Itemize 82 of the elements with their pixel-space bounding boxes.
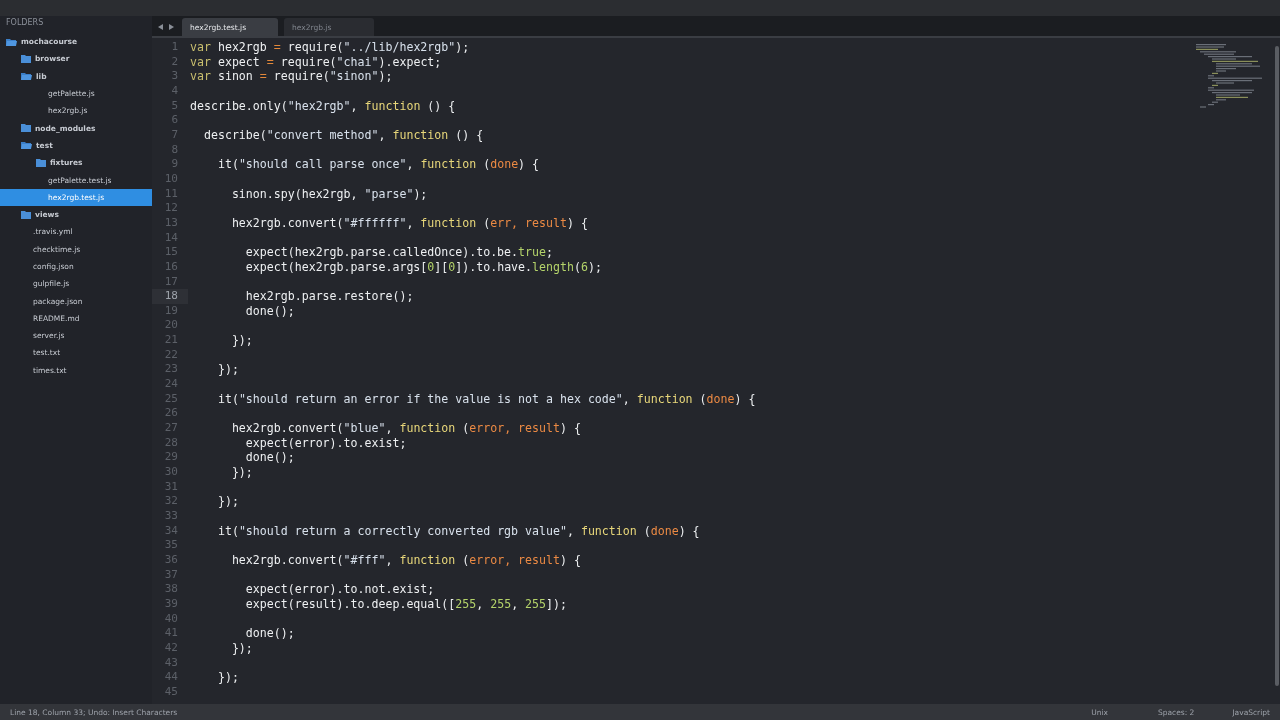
tab-navigation-icon[interactable] [156, 22, 176, 32]
code-line: it("should return an error if the value is not a hex code", function (done) { [216, 391, 757, 407]
line-number: 8 [170, 142, 179, 158]
line-number: 6 [170, 113, 179, 128]
line-number: 11 [163, 186, 179, 202]
line-number: 36 [163, 552, 179, 568]
line-number: 25 [163, 391, 179, 407]
line-number: 12 [163, 201, 179, 216]
line-number: 45 [163, 684, 179, 700]
code-line: }); [216, 670, 240, 685]
line-number: 14 [163, 230, 179, 246]
line-number: 42 [163, 640, 179, 656]
line-number: 19 [163, 303, 179, 319]
line-number: 29 [163, 450, 179, 466]
code-line: hex2rgb.convert("#ffffff", function (err, result) { [230, 215, 589, 231]
line-number: 31 [163, 479, 179, 495]
folder-icon [21, 54, 31, 63]
code-line: done(); [244, 626, 296, 641]
line-number: 1 [170, 40, 179, 55]
line-number: 24 [163, 377, 179, 392]
code-line: sinon.spy(hex2rgb, "parse"); [230, 186, 429, 202]
line-number: 44 [163, 670, 179, 685]
line-number: 41 [163, 626, 179, 641]
folder-icon [21, 210, 31, 219]
line-number: 15 [163, 245, 179, 260]
code-line: describe("convert method", function () { [202, 127, 485, 143]
code-line: it("should return a correctly converted rgb value", function (done) { [216, 523, 701, 539]
line-number: 21 [163, 333, 179, 348]
line-number: 26 [163, 406, 179, 422]
line-number: 40 [163, 611, 179, 627]
line-number: 22 [163, 347, 179, 363]
line-number: 2 [170, 54, 179, 70]
code-line: }); [230, 465, 254, 480]
line-number: 32 [163, 494, 179, 509]
line-number: 33 [163, 509, 179, 524]
line-number: 38 [163, 582, 179, 597]
line-number: 13 [163, 215, 179, 231]
folder-icon [36, 158, 46, 167]
code-line: expect(hex2rgb.parse.calledOnce).to.be.true; [244, 245, 554, 260]
line-number: 43 [163, 655, 179, 671]
scrollbar[interactable] [1274, 46, 1280, 686]
line-number: 34 [163, 523, 179, 539]
line-number: 30 [163, 465, 179, 480]
code-line: var expect = require("chai").expect; [190, 54, 443, 70]
line-number: 16 [163, 259, 179, 275]
code-line: expect(error).to.not.exist; [244, 582, 436, 597]
line-number: 3 [170, 69, 179, 84]
code-line: }); [230, 333, 254, 348]
sidebar-heading: FOLDERS [5, 17, 45, 29]
code-line: describe.only("hex2rgb", function () { [190, 98, 457, 114]
line-number: 27 [163, 421, 179, 436]
code-line: expect(hex2rgb.parse.args[0][0]).to.have.length(6); [244, 259, 603, 275]
line-number: 5 [170, 98, 179, 114]
folder-icon [21, 124, 31, 133]
line-number: 37 [163, 567, 179, 583]
code-line: }); [230, 640, 254, 656]
code-line: }); [216, 494, 240, 509]
line-number: 23 [163, 362, 179, 378]
line-number: 4 [170, 83, 179, 99]
open-folder-icon [21, 141, 32, 150]
code-line: hex2rgb.convert("blue", function (error, result) { [230, 421, 582, 436]
code-line: expect(error).to.exist; [244, 435, 408, 451]
line-number: 28 [163, 435, 179, 451]
code-line: var hex2rgb = require("../lib/hex2rgb"); [190, 40, 471, 55]
code-line: done(); [244, 450, 296, 466]
line-number: 10 [163, 171, 179, 187]
open-folder-icon [6, 37, 17, 46]
line-number: 35 [163, 538, 179, 553]
code-line: it("should call parse once", function (done) { [216, 157, 541, 172]
code-line: hex2rgb.convert("#fff", function (error, result) { [230, 552, 582, 568]
line-number: 39 [163, 596, 179, 612]
code-line: var sinon = require("sinon"); [190, 69, 394, 84]
line-number: 18 [152, 289, 188, 304]
code-line: done(); [244, 303, 296, 319]
line-number: 20 [163, 318, 179, 334]
open-folder-icon [21, 72, 32, 81]
line-number: 7 [170, 127, 179, 143]
line-number: 9 [170, 157, 179, 172]
code-line: hex2rgb.parse.restore(); [244, 289, 415, 304]
code-line: expect(result).to.deep.equal([255, 255, 255]); [244, 596, 568, 612]
line-number: 17 [163, 274, 179, 290]
code-line: }); [216, 362, 240, 378]
